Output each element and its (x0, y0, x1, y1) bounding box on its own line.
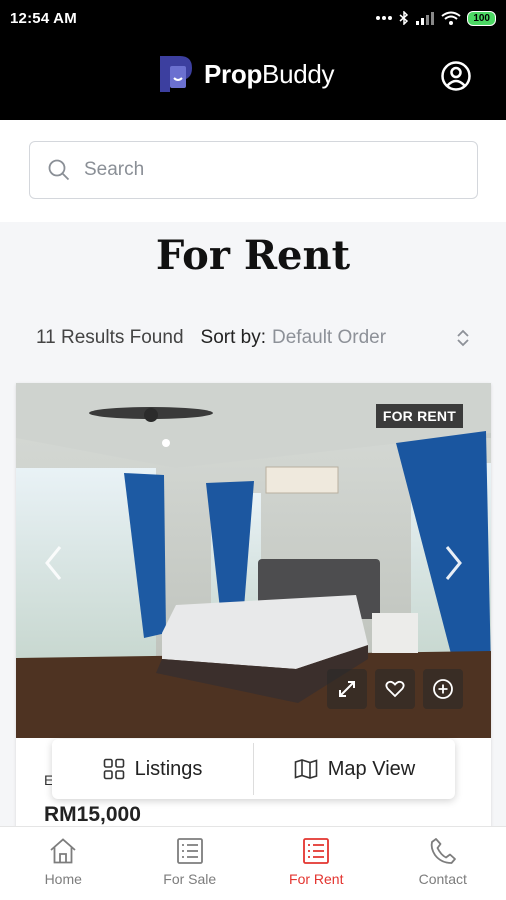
nav-item-contact[interactable]: Contact (380, 827, 506, 900)
wifi-icon (441, 11, 461, 25)
list-icon (303, 838, 330, 864)
favorite-button[interactable] (375, 669, 415, 709)
fullscreen-button[interactable] (327, 669, 367, 709)
brand-name-bold: Prop (204, 58, 263, 89)
grid-icon (103, 758, 124, 780)
battery-indicator: 100 (467, 10, 496, 26)
next-photo-chevron-icon[interactable] (441, 543, 465, 583)
view-toggle: Listings Map View (52, 739, 455, 799)
photo-actions (327, 669, 463, 709)
bottom-navigation: Home For Sale For Rent Contact (0, 826, 506, 900)
nav-item-for-sale[interactable]: For Sale (127, 827, 254, 900)
sort-label: Sort by: (200, 327, 266, 348)
sort-select[interactable]: Default Order (272, 327, 386, 349)
account-button[interactable] (440, 60, 472, 92)
map-view-button[interactable]: Map View (254, 739, 455, 799)
nav-label-for-rent: For Rent (289, 871, 344, 887)
user-icon (441, 61, 471, 91)
nav-label-home: Home (44, 871, 82, 887)
brand-name-light: Buddy (262, 58, 335, 89)
nav-item-for-rent[interactable]: For Rent (253, 827, 380, 900)
app-header: PropBuddy (0, 36, 506, 120)
brand-logo[interactable]: PropBuddy (158, 54, 335, 94)
home-icon (50, 838, 76, 864)
signal-icon (416, 12, 435, 25)
for-rent-tag: FOR RENT (375, 404, 463, 428)
propbuddy-logo-icon (160, 56, 192, 92)
plus-circle-icon (433, 679, 453, 699)
map-icon (294, 759, 318, 779)
sort-chevron-icon[interactable] (456, 328, 470, 348)
status-time: 12:54 AM (10, 9, 77, 27)
listing-price: RM15,000 (44, 803, 141, 826)
search-section (0, 120, 506, 222)
listings-label: Listings (134, 757, 203, 780)
phone-icon (430, 838, 456, 864)
results-count: 11 Results Found (36, 327, 184, 348)
search-input[interactable] (84, 159, 444, 181)
nav-label-contact: Contact (418, 871, 467, 887)
list-icon (176, 838, 203, 864)
status-icons: 100 (375, 10, 496, 26)
listings-view-button[interactable]: Listings (52, 739, 253, 799)
results-bar: 11 Results Found Sort by: Default Order (36, 324, 470, 352)
search-icon (48, 159, 70, 181)
bluetooth-icon (399, 11, 409, 25)
listing-photo[interactable]: FOR RENT (16, 383, 491, 738)
status-bar: 12:54 AM 100 (0, 0, 506, 36)
brand-name: PropBuddy (204, 58, 335, 90)
previous-photo-chevron-icon[interactable] (42, 543, 66, 583)
search-box[interactable] (29, 141, 478, 199)
map-view-label: Map View (327, 757, 416, 780)
heart-icon (385, 680, 405, 698)
more-dots-icon (376, 16, 393, 20)
expand-icon (339, 681, 355, 697)
nav-label-for-sale: For Sale (163, 871, 217, 887)
nav-item-home[interactable]: Home (0, 827, 127, 900)
compare-button[interactable] (423, 669, 463, 709)
page-title: For Rent (155, 232, 351, 279)
